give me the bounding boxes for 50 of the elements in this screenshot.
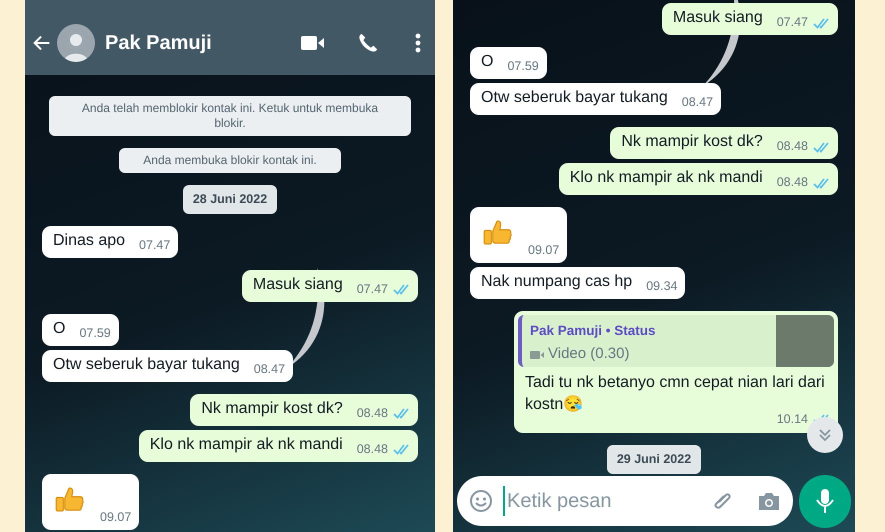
phone-icon[interactable]: [357, 32, 379, 54]
message-text: Nak numpang cas hp: [481, 272, 632, 292]
emoji-icon: [469, 489, 493, 513]
message-text: Otw seberuk bayar tukang: [481, 88, 668, 108]
message-input-field[interactable]: Ketik pesan: [457, 476, 793, 526]
scroll-down-button[interactable]: [807, 417, 843, 453]
person-silhouette-icon: [63, 32, 89, 62]
quote-text: Video (0.30): [548, 344, 630, 364]
photo-placeholder: [776, 315, 834, 367]
microphone-button[interactable]: [799, 474, 851, 528]
message-time: 07.59: [507, 58, 539, 76]
message-time: 08.48: [356, 405, 388, 422]
message-time: 07.47: [356, 281, 388, 298]
date-chip: 29 Juni 2022: [606, 444, 702, 474]
message-text: Tadi tu nk betanyo cmn cepat nian lari dari kostn😪: [524, 373, 826, 414]
message-time: 08.48: [776, 174, 808, 192]
message-time: 07.47: [139, 237, 170, 254]
message-text: Masuk siang: [252, 274, 343, 295]
message-text-input[interactable]: Ketik pesan: [503, 486, 711, 516]
message-time: 09.34: [646, 278, 678, 296]
more-options-icon[interactable]: [415, 32, 421, 52]
microphone-icon: [815, 488, 835, 514]
message-time: 08.47: [254, 361, 286, 378]
quote-author: Pak Pamuji • Status: [530, 322, 657, 340]
message-text: Masuk siang: [672, 8, 763, 28]
message-time: 08.48: [356, 441, 388, 458]
message-time: 08.47: [682, 94, 714, 112]
video-call-icon[interactable]: [301, 34, 325, 50]
message-text: O: [53, 318, 66, 339]
message-text: Dinas apo: [53, 230, 126, 251]
camera-icon[interactable]: [757, 490, 781, 512]
message-time: 09.07: [528, 242, 560, 260]
message-text: Otw seberuk bayar tukang: [53, 354, 240, 375]
message-time: 08.48: [776, 138, 808, 156]
double-chevron-down-icon: [818, 428, 832, 442]
message-time: 10.14: [776, 411, 808, 428]
message-text: Nk mampir kost dk?: [201, 398, 343, 419]
date-chip: 28 Juni 2022: [182, 185, 278, 214]
message-text: Klo nk mampir ak nk mandi: [570, 168, 763, 188]
message-text: Nk mampir kost dk?: [621, 132, 763, 152]
message-time: 07.59: [79, 325, 111, 342]
message-time: 09.07: [100, 509, 132, 526]
system-message: Anda membuka blokir kontak ini.: [119, 148, 341, 173]
contact-name: Pak Pamuji: [105, 30, 213, 56]
message-text: O: [481, 52, 494, 72]
system-message: Anda telah memblokir kontak ini. Ketuk untuk membuka blokir.: [49, 96, 411, 136]
video-icon: [530, 350, 544, 360]
avatar[interactable]: [57, 24, 95, 62]
message-time: 07.47: [776, 14, 808, 32]
message-text: Klo nk mampir ak nk mandi: [150, 434, 343, 455]
